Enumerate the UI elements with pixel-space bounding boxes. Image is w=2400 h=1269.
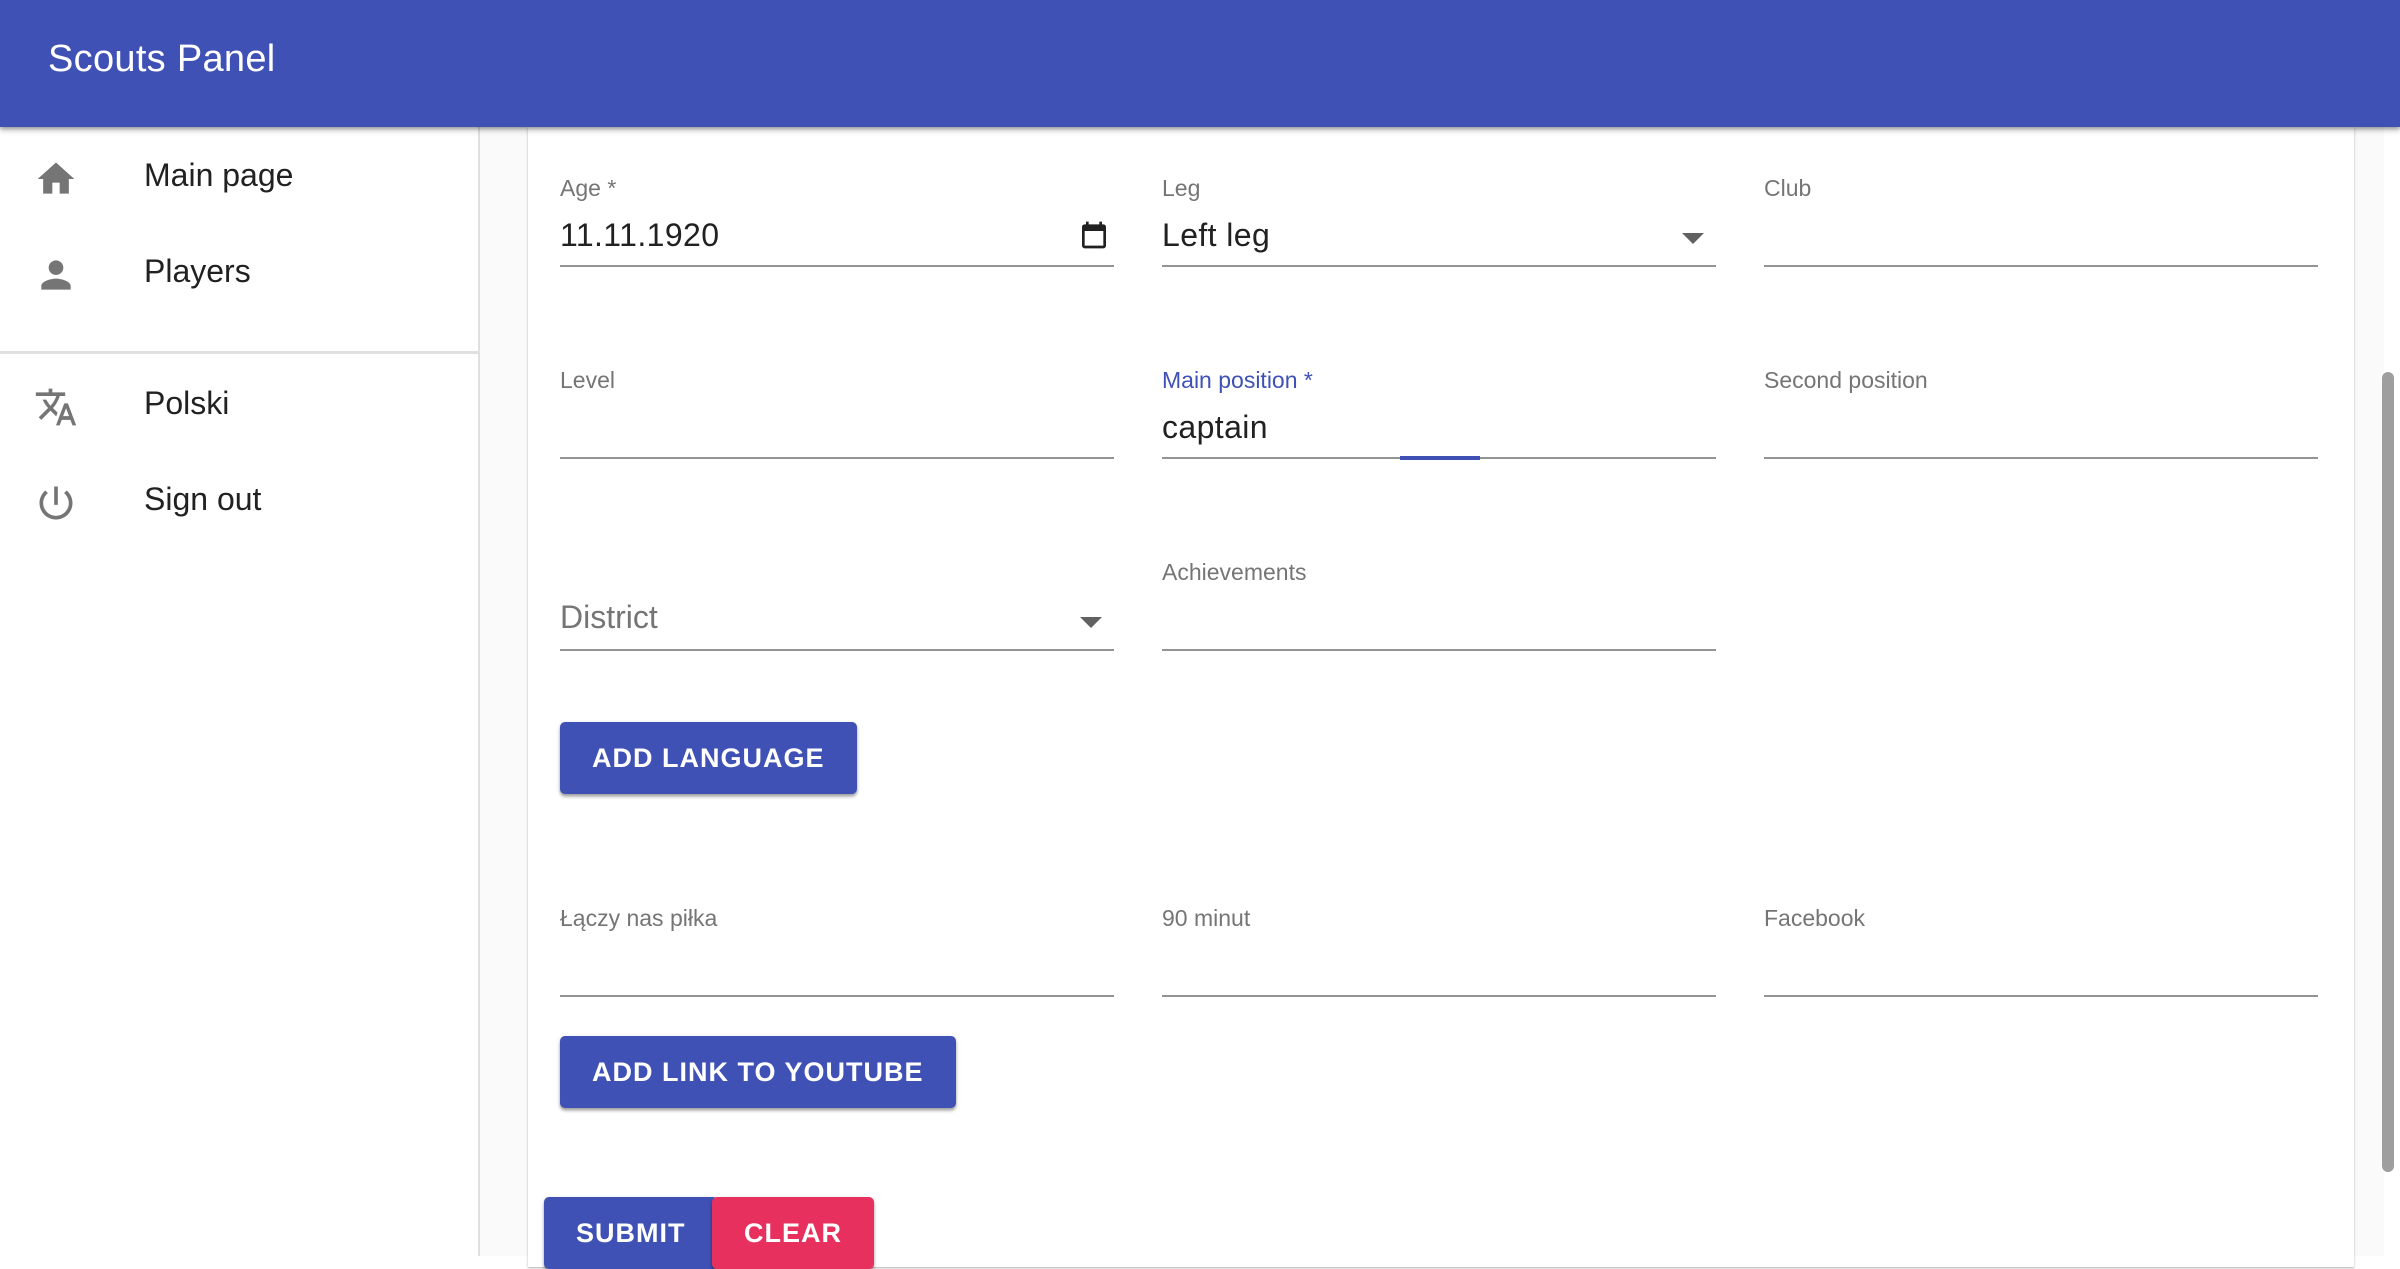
app-bar: Scouts Panel — [0, 0, 2400, 127]
field-underline — [1162, 995, 1716, 997]
district-select[interactable]: District — [560, 559, 1114, 659]
leg-value: Left leg — [1162, 217, 1271, 253]
nav-label: Sign out — [144, 481, 262, 517]
district-placeholder: District — [560, 599, 658, 635]
field-underline — [560, 265, 1114, 267]
person-icon — [32, 251, 80, 299]
submit-button[interactable]: SUBMIT — [544, 1197, 718, 1269]
main-position-field[interactable]: Main position * captain — [1162, 367, 1716, 467]
nav-item-sign-out[interactable]: Sign out — [0, 451, 478, 547]
field-underline — [560, 995, 1114, 997]
field-label: Leg — [1162, 175, 1201, 201]
nav-item-main-page[interactable]: Main page — [0, 127, 478, 223]
field-label: Achievements — [1162, 559, 1307, 585]
age-input[interactable]: 11.11.1920 — [560, 217, 719, 254]
app-title: Scouts Panel — [48, 38, 276, 80]
ninety-minut-field[interactable]: 90 minut — [1162, 905, 1716, 1005]
field-label: Łączy nas piłka — [560, 905, 718, 931]
field-underline — [560, 649, 1114, 651]
navigation-drawer: Main page Players Polski Sign out — [0, 127, 480, 1256]
main-content: Age * 11.11.1920 Leg Left leg Club Level… — [480, 127, 2384, 1269]
dropdown-arrow-icon — [1682, 233, 1704, 244]
calendar-icon[interactable] — [1078, 219, 1110, 251]
drawer-divider — [0, 351, 478, 354]
club-field[interactable]: Club — [1764, 175, 2318, 275]
home-icon — [32, 155, 80, 203]
focus-indicator — [1400, 456, 1480, 460]
field-underline — [1764, 457, 2318, 459]
nav-item-language[interactable]: Polski — [0, 355, 478, 451]
field-label: Age * — [560, 175, 617, 201]
nav-item-players[interactable]: Players — [0, 223, 478, 319]
field-label: Club — [1764, 175, 1812, 201]
facebook-field[interactable]: Facebook — [1764, 905, 2318, 1005]
field-underline — [1764, 265, 2318, 267]
player-form-card: Age * 11.11.1920 Leg Left leg Club Level… — [528, 127, 2354, 1269]
field-label: Facebook — [1764, 905, 1866, 931]
add-youtube-link-button[interactable]: ADD LINK TO YOUTUBE — [560, 1036, 956, 1108]
field-label: Main position * — [1162, 367, 1313, 393]
add-language-button[interactable]: ADD LANGUAGE — [560, 722, 857, 794]
field-label: Level — [560, 367, 615, 393]
power-icon — [32, 479, 80, 527]
nav-label: Main page — [144, 157, 294, 193]
field-underline — [1162, 649, 1716, 651]
field-underline — [560, 457, 1114, 459]
scrollbar-thumb[interactable] — [2382, 372, 2394, 1172]
second-position-field[interactable]: Second position — [1764, 367, 2318, 467]
level-field[interactable]: Level — [560, 367, 1114, 467]
field-underline — [1764, 995, 2318, 997]
dropdown-arrow-icon — [1080, 617, 1102, 628]
age-field[interactable]: Age * 11.11.1920 — [560, 175, 1114, 275]
nav-label: Players — [144, 253, 251, 289]
clear-button[interactable]: CLEAR — [712, 1197, 874, 1269]
laczy-nas-pilka-field[interactable]: Łączy nas piłka — [560, 905, 1114, 1005]
nav-label: Polski — [144, 385, 230, 421]
achievements-field[interactable]: Achievements — [1162, 559, 1716, 659]
field-label: Second position — [1764, 367, 1928, 393]
translate-icon — [32, 383, 80, 431]
main-position-input[interactable]: captain — [1162, 409, 1268, 446]
field-underline — [1162, 265, 1716, 267]
field-label: 90 minut — [1162, 905, 1251, 931]
leg-select[interactable]: Leg Left leg — [1162, 175, 1716, 275]
